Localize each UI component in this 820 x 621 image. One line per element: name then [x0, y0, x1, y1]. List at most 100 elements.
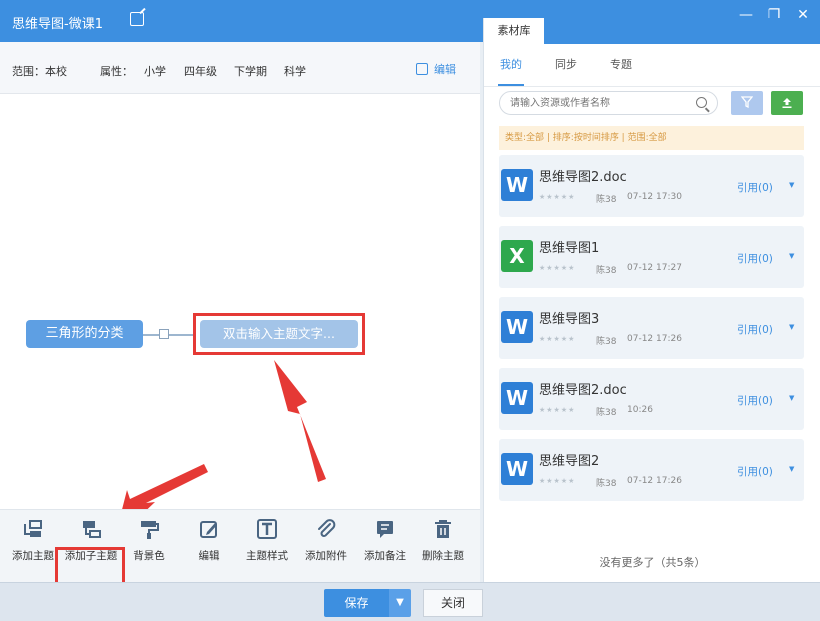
- mindmap-toolbar: 添加主题 添加子主题 背景色 编辑 主题样式 添加附件 添加备注 删除主题: [0, 509, 480, 613]
- file-name: 思维导图2.doc: [539, 383, 627, 398]
- filter-bar: 范围：本校 属性： 小学 四年级 下学期 科学 编辑: [0, 42, 480, 94]
- add-attachment-button[interactable]: 添加附件: [296, 518, 356, 574]
- file-author: 陈38: [596, 408, 617, 418]
- tab-sync[interactable]: 同步: [555, 56, 577, 72]
- funnel-icon: [740, 96, 754, 109]
- rating-stars: ★★★★★: [539, 335, 576, 343]
- trash-icon: [432, 518, 454, 540]
- file-author: 陈38: [596, 337, 617, 347]
- word-file-icon: W: [501, 453, 533, 485]
- annotation-arrows: [122, 360, 326, 509]
- edit-icon: [416, 63, 428, 75]
- rating-stars: ★★★★★: [539, 477, 576, 485]
- add-attachment-label: 添加附件: [305, 550, 347, 562]
- annotation-arrow-up: [274, 360, 326, 482]
- rating-stars: ★★★★★: [539, 406, 576, 414]
- add-topic-button[interactable]: 添加主题: [3, 518, 63, 574]
- scope-label: 范围：本校: [12, 65, 67, 78]
- cite-button[interactable]: 引用(0): [737, 251, 773, 266]
- file-time: 07-12 17:26: [627, 334, 682, 344]
- file-time: 07-12 17:27: [627, 263, 682, 273]
- upload-icon: [782, 98, 792, 108]
- topic-style-button[interactable]: 主题样式: [237, 518, 297, 574]
- active-tab-indicator: [498, 84, 524, 86]
- cite-button[interactable]: 引用(0): [737, 180, 773, 195]
- rating-stars: ★★★★★: [539, 193, 576, 201]
- filter-notice: 类型:全部 | 排序:按时间排序 | 范围:全部: [499, 126, 804, 150]
- background-color-button[interactable]: 背景色: [119, 518, 179, 574]
- subtab-divider: [484, 86, 820, 87]
- window-title: 思维导图-微课1: [12, 17, 103, 32]
- cite-dropdown-icon[interactable]: ▼: [789, 181, 794, 189]
- cite-button[interactable]: 引用(0): [737, 393, 773, 408]
- tab-mine[interactable]: 我的: [500, 56, 522, 72]
- search-input[interactable]: [510, 95, 685, 111]
- file-item[interactable]: W 思维导图2 ★★★★★ 陈38 07-12 17:26 引用(0) ▼: [499, 439, 804, 501]
- search-box: [499, 91, 718, 115]
- cite-dropdown-icon[interactable]: ▼: [789, 394, 794, 402]
- file-name: 思维导图3: [539, 312, 600, 327]
- grade-level-value: 小学: [144, 65, 166, 78]
- file-author: 陈38: [596, 266, 617, 276]
- word-file-icon: W: [501, 382, 533, 414]
- file-name: 思维导图2: [539, 454, 600, 469]
- background-color-label: 背景色: [133, 550, 165, 562]
- close-button[interactable]: 关闭: [423, 589, 483, 617]
- add-topic-label: 添加主题: [12, 550, 54, 562]
- word-file-icon: W: [501, 311, 533, 343]
- edit-label: 编辑: [434, 63, 456, 76]
- add-note-label: 添加备注: [364, 550, 406, 562]
- delete-topic-button[interactable]: 删除主题: [413, 518, 473, 574]
- edit-icon: [198, 518, 220, 540]
- upload-button[interactable]: [771, 91, 803, 115]
- search-icon[interactable]: [696, 97, 707, 108]
- file-name: 思维导图2.doc: [539, 170, 627, 185]
- file-time: 07-12 17:30: [627, 192, 682, 202]
- add-note-button[interactable]: 添加备注: [355, 518, 415, 574]
- text-style-icon: [256, 518, 278, 540]
- file-author: 陈38: [596, 195, 617, 205]
- grade-value: 四年级: [184, 65, 217, 78]
- rename-edit-icon[interactable]: [130, 12, 144, 26]
- note-icon: [374, 518, 396, 540]
- file-item[interactable]: X 思维导图1 ★★★★★ 陈38 07-12 17:27 引用(0) ▼: [499, 226, 804, 288]
- bottom-action-bar: 保存 ▼ 关闭: [0, 582, 820, 621]
- list-end-message: 没有更多了（共5条）: [599, 556, 706, 569]
- excel-file-icon: X: [501, 240, 533, 272]
- mindmap-canvas[interactable]: 三角形的分类 双击输入主题文字...: [0, 94, 480, 509]
- file-name: 思维导图1: [539, 241, 600, 256]
- file-item[interactable]: W 思维导图2.doc ★★★★★ 陈38 10:26 引用(0) ▼: [499, 368, 804, 430]
- edit-attributes-button[interactable]: 编辑: [416, 61, 456, 77]
- rating-stars: ★★★★★: [539, 264, 576, 272]
- library-header: [544, 18, 820, 44]
- subject-value: 科学: [284, 65, 306, 78]
- add-subtopic-icon: [80, 518, 102, 540]
- edit-button[interactable]: 编辑: [179, 518, 239, 574]
- file-time: 10:26: [627, 405, 653, 415]
- cite-dropdown-icon[interactable]: ▼: [789, 465, 794, 473]
- delete-topic-label: 删除主题: [422, 550, 464, 562]
- filter-button[interactable]: [731, 91, 763, 115]
- tab-material-library[interactable]: 素材库: [484, 18, 544, 44]
- file-item[interactable]: W 思维导图2.doc ★★★★★ 陈38 07-12 17:30 引用(0) …: [499, 155, 804, 217]
- cite-dropdown-icon[interactable]: ▼: [789, 323, 794, 331]
- save-dropdown-icon[interactable]: ▼: [389, 589, 411, 617]
- tab-topics[interactable]: 专题: [610, 56, 632, 72]
- mindmap-editor: 范围：本校 属性： 小学 四年级 下学期 科学 编辑 三角形的分类 双击输入主题…: [0, 42, 480, 613]
- cite-button[interactable]: 引用(0): [737, 322, 773, 337]
- word-file-icon: W: [501, 169, 533, 201]
- save-button[interactable]: 保存: [324, 589, 389, 617]
- paint-roller-icon: [138, 518, 160, 540]
- material-library-panel: 素材库 我的 同步 专题 类型:全部 | 排序:按时间排序 | 范围:全部 W …: [483, 18, 820, 582]
- paperclip-icon: [315, 518, 337, 540]
- add-topic-icon: [22, 518, 44, 540]
- file-time: 07-12 17:26: [627, 476, 682, 486]
- file-author: 陈38: [596, 479, 617, 489]
- term-value: 下学期: [234, 65, 267, 78]
- topic-style-label: 主题样式: [246, 550, 288, 562]
- cite-button[interactable]: 引用(0): [737, 464, 773, 479]
- annotation-arrow-down: [122, 464, 208, 509]
- cite-dropdown-icon[interactable]: ▼: [789, 252, 794, 260]
- attribute-label: 属性：: [100, 65, 133, 78]
- file-item[interactable]: W 思维导图3 ★★★★★ 陈38 07-12 17:26 引用(0) ▼: [499, 297, 804, 359]
